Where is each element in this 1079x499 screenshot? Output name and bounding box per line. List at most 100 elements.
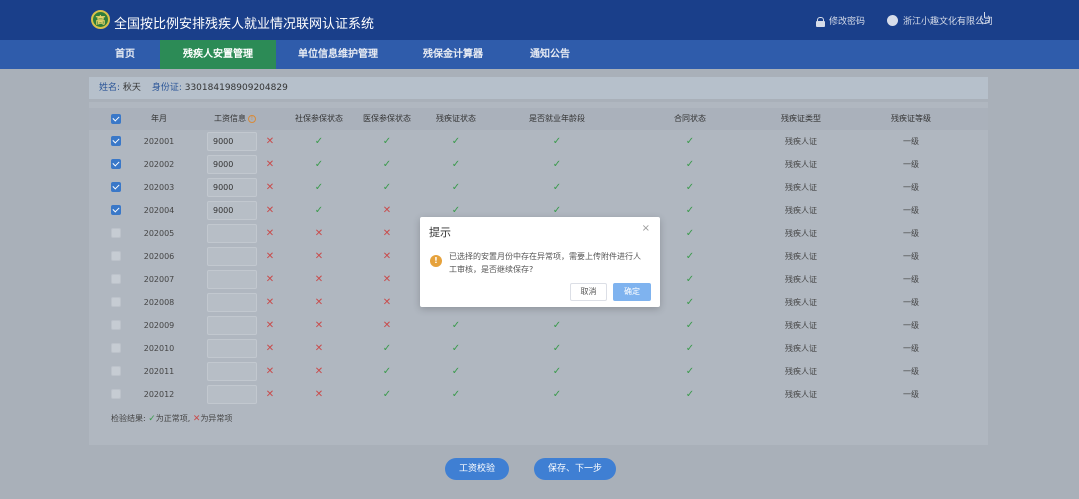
cert-level-cell: 一级 <box>903 321 919 330</box>
cert-level-cell: 一级 <box>903 137 919 146</box>
check-icon: ✓ <box>148 414 156 424</box>
prompt-dialog: 提示 × ! 已选择的安置月份中存在异常项，需要上传附件进行人工审核，是否继续保… <box>420 217 660 307</box>
row-checkbox[interactable] <box>111 228 121 238</box>
cert-level-cell: 一级 <box>903 206 919 215</box>
confirm-button[interactable]: 确定 <box>613 283 651 301</box>
wage-status-icon: ✕ <box>265 228 275 239</box>
cert-type-cell: 残疾人证 <box>785 321 817 330</box>
contract-status-icon: ✓ <box>685 182 695 193</box>
row-checkbox[interactable] <box>111 251 121 261</box>
cert-level-cell: 一级 <box>903 229 919 238</box>
month-cell: 202005 <box>143 229 175 238</box>
nav-unit-info[interactable]: 单位信息维护管理 <box>290 40 386 69</box>
wage-input[interactable] <box>207 362 257 381</box>
cancel-button[interactable]: 取消 <box>570 283 607 301</box>
social-status-icon: ✕ <box>314 366 324 377</box>
wage-status-icon: ✕ <box>265 274 275 285</box>
cert-type-cell: 残疾人证 <box>785 275 817 284</box>
col-month: 年月 <box>151 114 167 123</box>
wage-input[interactable]: 9000 <box>207 178 257 197</box>
wage-input[interactable] <box>207 385 257 404</box>
wage-input[interactable] <box>207 247 257 266</box>
dialog-title: 提示 <box>429 226 451 239</box>
contract-status-icon: ✓ <box>685 343 695 354</box>
disability-status-icon: ✓ <box>451 159 461 170</box>
age-status-icon: ✓ <box>552 320 562 331</box>
month-cell: 202001 <box>143 137 175 146</box>
change-password-link[interactable]: 修改密码 <box>815 14 865 27</box>
select-all-checkbox[interactable] <box>111 114 121 124</box>
row-checkbox[interactable] <box>111 366 121 376</box>
logout-power-icon[interactable] <box>980 12 990 24</box>
table-row: 202002 9000 ✕ ✓ ✓ ✓ ✓ ✓ 残疾人证 一级 <box>89 153 988 176</box>
wage-input[interactable]: 9000 <box>207 155 257 174</box>
disability-status-icon: ✓ <box>451 389 461 400</box>
nav-notices[interactable]: 通知公告 <box>520 40 580 69</box>
wage-input[interactable]: 9000 <box>207 132 257 151</box>
wage-input[interactable]: 9000 <box>207 201 257 220</box>
wage-status-icon: ✕ <box>265 159 275 170</box>
nav-fee-calculator[interactable]: 残保金计算器 <box>416 40 490 69</box>
row-checkbox[interactable] <box>111 297 121 307</box>
info-icon[interactable]: ! <box>248 114 256 123</box>
wage-input[interactable] <box>207 270 257 289</box>
main-nav: 首页 残疾人安置管理 单位信息维护管理 残保金计算器 通知公告 <box>0 40 1079 69</box>
month-cell: 202003 <box>143 183 175 192</box>
wage-status-icon: ✕ <box>265 389 275 400</box>
wage-input[interactable] <box>207 316 257 335</box>
wage-input[interactable] <box>207 339 257 358</box>
row-checkbox[interactable] <box>111 205 121 215</box>
row-checkbox[interactable] <box>111 320 121 330</box>
table-row: 202011 ✕ ✕ ✓ ✓ ✓ ✓ 残疾人证 一级 <box>89 360 988 383</box>
cert-type-cell: 残疾人证 <box>785 390 817 399</box>
cert-level-cell: 一级 <box>903 275 919 284</box>
nav-home[interactable]: 首页 <box>95 40 155 69</box>
age-status-icon: ✓ <box>552 136 562 147</box>
age-status-icon: ✓ <box>552 343 562 354</box>
row-checkbox[interactable] <box>111 159 121 169</box>
cert-level-cell: 一级 <box>903 298 919 307</box>
cert-level-cell: 一级 <box>903 344 919 353</box>
nav-disabled-placement[interactable]: 残疾人安置管理 <box>160 40 276 69</box>
social-status-icon: ✕ <box>314 251 324 262</box>
cert-type-cell: 残疾人证 <box>785 252 817 261</box>
wage-check-button[interactable]: 工资校验 <box>445 458 509 480</box>
disability-status-icon: ✓ <box>451 343 461 354</box>
wage-status-icon: ✕ <box>265 136 275 147</box>
wage-status-icon: ✕ <box>265 205 275 216</box>
wage-status-icon: ✕ <box>265 366 275 377</box>
row-checkbox[interactable] <box>111 136 121 146</box>
cert-type-cell: 残疾人证 <box>785 229 817 238</box>
medical-status-icon: ✕ <box>382 205 392 216</box>
row-checkbox[interactable] <box>111 343 121 353</box>
warning-icon: ! <box>430 255 442 267</box>
save-next-button[interactable]: 保存、下一步 <box>534 458 616 480</box>
age-status-icon: ✓ <box>552 182 562 193</box>
dialog-message: 已选择的安置月份中存在异常项，需要上传附件进行人工审核，是否继续保存? <box>449 252 641 274</box>
wage-status-icon: ✕ <box>265 251 275 262</box>
top-header: 高 全国按比例安排残疾人就业情况联网认证系统 修改密码 浙江小趣文化有限公司 <box>0 0 1079 40</box>
close-icon[interactable]: × <box>642 223 650 234</box>
id-label: 身份证: <box>151 83 182 93</box>
col-medical: 医保参保状态 <box>363 114 411 123</box>
contract-status-icon: ✓ <box>685 389 695 400</box>
company-user[interactable]: 浙江小趣文化有限公司 <box>886 14 993 27</box>
check-result-legend: 检验结果: ✓为正常项, ✕为异常项 <box>111 414 233 424</box>
contract-status-icon: ✓ <box>685 320 695 331</box>
wage-input[interactable] <box>207 293 257 312</box>
wage-input[interactable] <box>207 224 257 243</box>
medical-status-icon: ✓ <box>382 389 392 400</box>
row-checkbox[interactable] <box>111 389 121 399</box>
social-status-icon: ✕ <box>314 389 324 400</box>
col-wage: 工资信息! <box>214 108 256 130</box>
row-checkbox[interactable] <box>111 182 121 192</box>
row-checkbox[interactable] <box>111 274 121 284</box>
disability-status-icon: ✓ <box>451 136 461 147</box>
table-row: 202009 ✕ ✕ ✕ ✓ ✓ ✓ 残疾人证 一级 <box>89 314 988 337</box>
id-value: 330184198909204829 <box>184 83 288 93</box>
month-cell: 202002 <box>143 160 175 169</box>
disability-status-icon: ✓ <box>451 320 461 331</box>
medical-status-icon: ✓ <box>382 136 392 147</box>
col-social: 社保参保状态 <box>295 114 343 123</box>
contract-status-icon: ✓ <box>685 297 695 308</box>
